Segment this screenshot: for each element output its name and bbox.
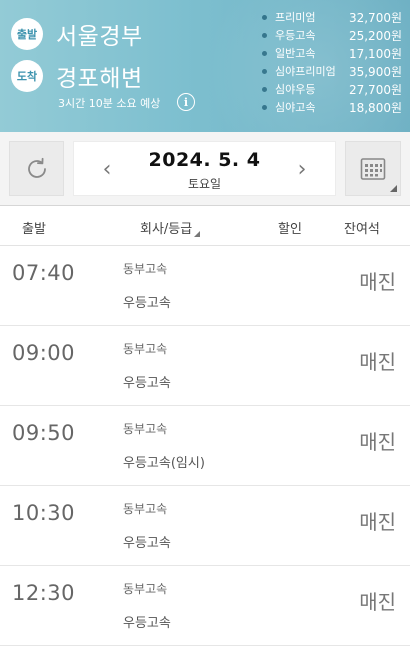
schedule-table-header: 출발 회사/등급 할인 잔여석 <box>0 206 410 246</box>
table-row[interactable]: 07:40 동부고속 우등고속 매진 <box>0 246 410 326</box>
bullet-icon <box>262 68 267 74</box>
bullet-icon <box>262 14 267 20</box>
departure-time: 09:50 <box>12 421 76 445</box>
fare-grade: 프리미엄 <box>275 11 316 24</box>
bus-grade: 우등고속 <box>123 616 171 631</box>
refresh-button[interactable] <box>9 141 64 196</box>
seat-status: 매진 <box>359 430 396 454</box>
date-selector: ‹ 2024. 5. 4 토요일 › <box>73 141 336 196</box>
refresh-icon <box>27 157 46 178</box>
date-bar: ‹ 2024. 5. 4 토요일 › <box>0 132 410 206</box>
fare-item: 심야고속 18,800원 <box>262 98 402 116</box>
bullet-icon <box>262 50 267 56</box>
fare-grade: 심야프리미엄 <box>275 65 336 78</box>
bus-company: 동부고속 <box>123 582 168 596</box>
corner-indicator-icon <box>390 185 397 192</box>
header-seats: 잔여석 <box>344 222 380 237</box>
seat-status: 매진 <box>359 510 396 534</box>
table-row[interactable]: 09:00 동부고속 우등고속 매진 <box>0 326 410 406</box>
fare-price: 17,100원 <box>348 46 402 61</box>
fare-grade: 일반고속 <box>275 47 316 60</box>
bus-company: 동부고속 <box>123 262 168 276</box>
bullet-icon <box>262 86 267 92</box>
fare-item: 프리미엄 32,700원 <box>262 8 402 26</box>
schedule-list: 07:40 동부고속 우등고속 매진 09:00 동부고속 우등고속 매진 09… <box>0 246 410 646</box>
bus-grade: 우등고속 <box>123 296 171 311</box>
trip-duration: 3시간 10분 소요 예상 <box>58 97 161 110</box>
bullet-icon <box>262 32 267 38</box>
fare-list: 프리미엄 32,700원 우등고속 25,200원 일반고속 17,100원 심… <box>262 8 402 116</box>
fare-item: 우등고속 25,200원 <box>262 26 402 44</box>
fare-item: 심야우등 27,700원 <box>262 80 402 98</box>
sort-icon <box>194 231 201 237</box>
table-row[interactable]: 09:50 동부고속 우등고속(임시) 매진 <box>0 406 410 486</box>
header-departure: 출발 <box>22 222 46 237</box>
fare-price: 27,700원 <box>348 82 402 97</box>
arrival-city: 경포해변 <box>56 66 143 92</box>
header-company-sort[interactable]: 회사/등급 <box>140 218 201 237</box>
info-icon[interactable]: i <box>177 93 195 111</box>
fare-price: 32,700원 <box>348 10 402 25</box>
departure-time: 12:30 <box>12 581 76 605</box>
fare-grade: 우등고속 <box>275 29 316 42</box>
departure-time: 09:00 <box>12 341 76 365</box>
fare-price: 35,900원 <box>348 64 402 79</box>
bus-company: 동부고속 <box>123 422 168 436</box>
header-discount: 할인 <box>278 222 302 237</box>
bus-company: 동부고속 <box>123 502 168 516</box>
calendar-icon <box>360 157 386 180</box>
departure-time: 10:30 <box>12 501 76 525</box>
departure-time: 07:40 <box>12 261 76 285</box>
arrival-badge: 도착 <box>11 60 43 92</box>
bus-grade: 우등고속 <box>123 376 171 391</box>
route-header: 출발 서울경부 도착 경포해변 3시간 10분 소요 예상 i 프리미엄 32,… <box>0 0 410 132</box>
departure-badge: 출발 <box>11 18 43 50</box>
calendar-button[interactable] <box>345 141 401 196</box>
fare-item: 일반고속 17,100원 <box>262 44 402 62</box>
bullet-icon <box>262 104 267 110</box>
fare-price: 18,800원 <box>348 100 402 115</box>
fare-grade: 심야우등 <box>275 83 316 96</box>
header-company: 회사/등급 <box>140 222 193 237</box>
seat-status: 매진 <box>359 590 396 614</box>
next-date-button[interactable]: › <box>289 156 315 182</box>
bus-grade: 우등고속 <box>123 536 171 551</box>
bus-company: 동부고속 <box>123 342 168 356</box>
table-row[interactable]: 10:30 동부고속 우등고속 매진 <box>0 486 410 566</box>
seat-status: 매진 <box>359 270 396 294</box>
bus-grade: 우등고속(임시) <box>123 456 205 471</box>
fare-price: 25,200원 <box>348 28 402 43</box>
seat-status: 매진 <box>359 350 396 374</box>
fare-item: 심야프리미엄 35,900원 <box>262 62 402 80</box>
table-row[interactable]: 12:30 동부고속 우등고속 매진 <box>0 566 410 646</box>
departure-city: 서울경부 <box>56 24 143 50</box>
fare-grade: 심야고속 <box>275 101 316 114</box>
